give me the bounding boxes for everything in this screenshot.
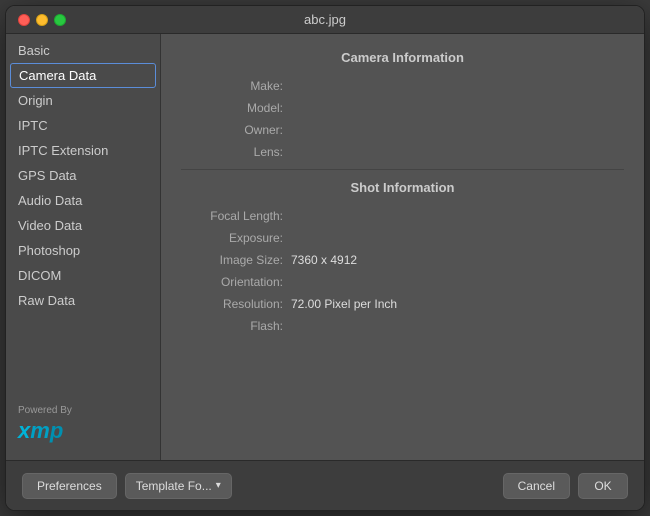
chevron-down-icon: ▾ — [216, 480, 221, 491]
resolution-value: 72.00 Pixel per Inch — [291, 297, 624, 311]
xmp-logo: xmp — [18, 418, 63, 444]
make-label: Make: — [181, 79, 291, 93]
resolution-label: Resolution: — [181, 297, 291, 311]
titlebar: abc.jpg — [6, 6, 644, 34]
powered-by-section: Powered By xmp — [6, 393, 160, 456]
flash-row: Flash: — [181, 319, 624, 333]
image-size-row: Image Size: 7360 x 4912 — [181, 253, 624, 267]
exposure-label: Exposure: — [181, 231, 291, 245]
image-size-label: Image Size: — [181, 253, 291, 267]
make-row: Make: — [181, 79, 624, 93]
shot-section-title: Shot Information — [181, 180, 624, 199]
orientation-label: Orientation: — [181, 275, 291, 289]
footer-right: Cancel OK — [503, 473, 628, 499]
sidebar-item-photoshop[interactable]: Photoshop — [6, 238, 160, 263]
section-divider — [181, 169, 624, 170]
sidebar-item-camera-data[interactable]: Camera Data — [10, 63, 156, 88]
ok-button[interactable]: OK — [578, 473, 628, 499]
sidebar: Basic Camera Data Origin IPTC IPTC Exten… — [6, 34, 161, 460]
lens-row: Lens: — [181, 145, 624, 159]
sidebar-item-gps-data[interactable]: GPS Data — [6, 163, 160, 188]
close-button[interactable] — [18, 14, 30, 26]
resolution-row: Resolution: 72.00 Pixel per Inch — [181, 297, 624, 311]
model-label: Model: — [181, 101, 291, 115]
traffic-lights — [18, 14, 66, 26]
exposure-row: Exposure: — [181, 231, 624, 245]
content-area: Basic Camera Data Origin IPTC IPTC Exten… — [6, 34, 644, 460]
focal-length-label: Focal Length: — [181, 209, 291, 223]
powered-by-label: Powered By — [18, 405, 72, 416]
image-size-value: 7360 x 4912 — [291, 253, 624, 267]
sidebar-item-iptc-extension[interactable]: IPTC Extension — [6, 138, 160, 163]
sidebar-item-origin[interactable]: Origin — [6, 88, 160, 113]
focal-length-row: Focal Length: — [181, 209, 624, 223]
sidebar-item-raw-data[interactable]: Raw Data — [6, 288, 160, 313]
sidebar-item-iptc[interactable]: IPTC — [6, 113, 160, 138]
footer: Preferences Template Fo... ▾ Cancel OK — [6, 460, 644, 510]
preferences-button[interactable]: Preferences — [22, 473, 117, 499]
sidebar-item-basic[interactable]: Basic — [6, 38, 160, 63]
sidebar-item-dicom[interactable]: DICOM — [6, 263, 160, 288]
camera-section-title: Camera Information — [181, 50, 624, 69]
footer-left: Preferences Template Fo... ▾ — [22, 473, 232, 499]
minimize-button[interactable] — [36, 14, 48, 26]
template-label: Template Fo... — [136, 479, 212, 493]
owner-row: Owner: — [181, 123, 624, 137]
main-panel: Camera Information Make: Model: Owner: L… — [161, 34, 644, 460]
orientation-row: Orientation: — [181, 275, 624, 289]
cancel-button[interactable]: Cancel — [503, 473, 570, 499]
lens-label: Lens: — [181, 145, 291, 159]
owner-label: Owner: — [181, 123, 291, 137]
sidebar-item-video-data[interactable]: Video Data — [6, 213, 160, 238]
window-title: abc.jpg — [304, 12, 346, 27]
template-dropdown[interactable]: Template Fo... ▾ — [125, 473, 232, 499]
flash-label: Flash: — [181, 319, 291, 333]
main-window: abc.jpg Basic Camera Data Origin IPTC IP… — [5, 5, 645, 511]
maximize-button[interactable] — [54, 14, 66, 26]
model-row: Model: — [181, 101, 624, 115]
sidebar-item-audio-data[interactable]: Audio Data — [6, 188, 160, 213]
